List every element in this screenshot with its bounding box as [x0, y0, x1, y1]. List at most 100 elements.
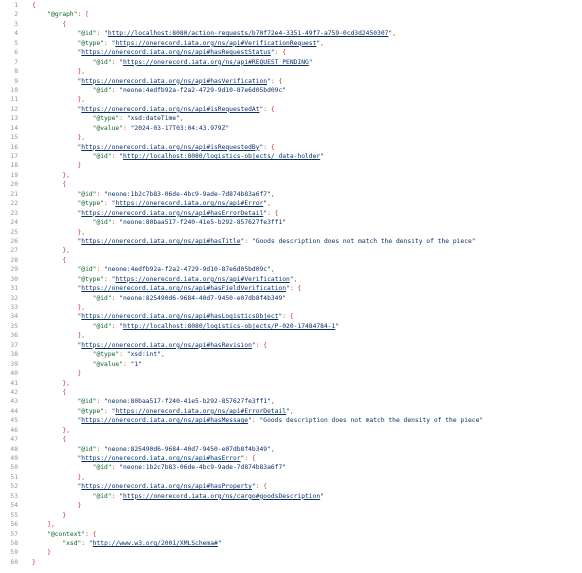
line-number: 56 — [10, 521, 18, 529]
json-punctuation: , — [267, 200, 271, 208]
code-line: 46 }, — [0, 426, 582, 435]
json-punctuation: , — [270, 398, 275, 406]
line-number: 34 — [10, 313, 18, 321]
line-number: 27 — [10, 247, 18, 255]
code-line: 49 "https://onerecord.iata.org/ns/api#ha… — [0, 454, 582, 463]
json-link[interactable]: https://onerecord.iata.org/ns/api#Verifi… — [115, 276, 289, 283]
json-link[interactable]: https://onerecord.iata.org/ns/api#hasMes… — [81, 417, 248, 424]
line-content: { — [18, 180, 582, 189]
json-string: " — [308, 58, 313, 66]
json-punctuation: : { — [263, 105, 275, 113]
line-content: "@value": "1" — [18, 360, 582, 369]
line-number: 37 — [10, 341, 18, 349]
line-content: "@id": "neone:1b2c7b83-06de-4bc9-9ade-7d… — [18, 190, 582, 199]
json-brace: }, — [62, 426, 70, 434]
json-link[interactable]: https://onerecord.iata.org/ns/api#Error — [115, 200, 263, 207]
code-line: 10 "@id": "neone:4edfb92a-f2a2-4729-9d10… — [0, 86, 582, 95]
json-link[interactable]: http://localhost:8080/logistics-objects/… — [123, 323, 335, 330]
json-key: "@context" — [47, 530, 86, 538]
line-content: "@type": "xsd:int", — [18, 350, 582, 359]
code-line: 55 } — [0, 511, 582, 520]
json-link[interactable]: https://onerecord.iata.org/ns/api#Verifi… — [115, 40, 316, 47]
json-string: "1" — [130, 360, 142, 368]
json-punctuation: : — [119, 351, 127, 359]
json-key: "@id" — [77, 190, 97, 198]
json-punctuation: : — [81, 539, 89, 547]
json-link[interactable]: https://onerecord.iata.org/ns/api#ErrorD… — [115, 408, 286, 415]
line-number: 42 — [10, 388, 18, 396]
json-punctuation: } — [47, 549, 51, 557]
line-number: 30 — [10, 275, 18, 283]
line-content: "https://onerecord.iata.org/ns/api#hasPr… — [18, 482, 582, 491]
line-number: 5 — [14, 39, 18, 47]
code-line: 40 } — [0, 369, 582, 378]
line-number: 22 — [10, 200, 18, 208]
code-line: 27 }, — [0, 246, 582, 255]
json-punctuation: , — [293, 275, 298, 283]
json-brace: }, — [77, 68, 86, 76]
json-string: "neone:1b2c7b83-06de-4bc9-9ade-7d874b83a… — [119, 464, 287, 472]
json-punctuation: : — [96, 30, 105, 38]
json-link[interactable]: http://localhost:8080/logistics-objects/… — [123, 153, 320, 160]
line-content: "@id": "neone:80baa517-f240-41e5-b292-85… — [18, 218, 582, 227]
json-key: "@value" — [92, 124, 124, 132]
json-link[interactable]: https://onerecord.iata.org/ns/api#hasErr… — [81, 455, 240, 462]
json-link[interactable]: https://onerecord.iata.org/ns/api#hasLog… — [81, 313, 278, 320]
json-link[interactable]: https://onerecord.iata.org/ns/api#hasVer… — [81, 78, 267, 85]
json-brace: } — [77, 162, 82, 170]
line-content: }, — [18, 331, 582, 340]
json-brace: }, — [77, 304, 86, 311]
json-link[interactable]: https://onerecord.iata.org/ns/api#hasRev… — [81, 342, 252, 349]
json-punctuation: : { — [255, 341, 268, 349]
code-line: 13 "@type": "xsd:dateTime", — [0, 114, 582, 123]
code-line: 5 "@type": "https://onerecord.iata.org/n… — [0, 39, 582, 48]
line-number: 16 — [10, 143, 18, 151]
line-number: 28 — [10, 256, 18, 264]
json-link[interactable]: http://www.w3.org/2001/XMLSchema# — [93, 540, 218, 547]
json-string: "2024-03-17T03:04:43.979Z" — [130, 124, 230, 132]
json-link[interactable]: https://onerecord.iata.org/ns/api#hasErr… — [81, 210, 263, 217]
json-key: "@type" — [77, 407, 105, 415]
line-number: 10 — [10, 86, 18, 94]
json-key: "@id" — [77, 30, 97, 38]
json-punctuation: : { — [274, 49, 287, 57]
line-content: } — [18, 548, 582, 557]
code-line: 56 ], — [0, 520, 582, 529]
json-link[interactable]: https://onerecord.iata.org/ns/api#hasPro… — [81, 483, 252, 490]
code-line: 15 }, — [0, 133, 582, 142]
code-line: 3 { — [0, 20, 582, 29]
code-line: 42 { — [0, 388, 582, 397]
json-link[interactable]: https://onerecord.iata.org/ns/api#hasTit… — [81, 238, 240, 245]
line-number: 2 — [14, 11, 18, 19]
line-number: 50 — [10, 464, 18, 472]
json-link[interactable]: https://onerecord.iata.org/ns/api#isRequ… — [81, 144, 259, 151]
json-link[interactable]: https://onerecord.iata.org/ns/api#REQUES… — [123, 59, 309, 66]
line-number: 58 — [10, 539, 18, 547]
code-line: 17 "@id": "http://localhost:8080/logisti… — [0, 152, 582, 161]
json-link[interactable]: https://onerecord.iata.org/ns/api#hasFie… — [81, 285, 286, 292]
json-link[interactable]: http://localhost:8080/action-requests/b7… — [108, 30, 389, 37]
line-number: 38 — [10, 351, 18, 359]
line-number: 3 — [14, 20, 18, 28]
line-content: "@context": { — [18, 530, 582, 539]
json-link[interactable]: https://onerecord.iata.org/ns/api#hasReq… — [81, 49, 271, 56]
line-content: }, — [18, 171, 582, 180]
json-link[interactable]: https://onerecord.iata.org/ns/cargo#good… — [123, 493, 320, 500]
json-key: "@type" — [77, 275, 105, 283]
code-line: 14 "@value": "2024-03-17T03:04:43.979Z" — [0, 124, 582, 133]
json-link[interactable]: https://onerecord.iata.org/ns/api#isRequ… — [81, 106, 259, 113]
line-content: "https://onerecord.iata.org/ns/api#hasRe… — [18, 48, 582, 57]
